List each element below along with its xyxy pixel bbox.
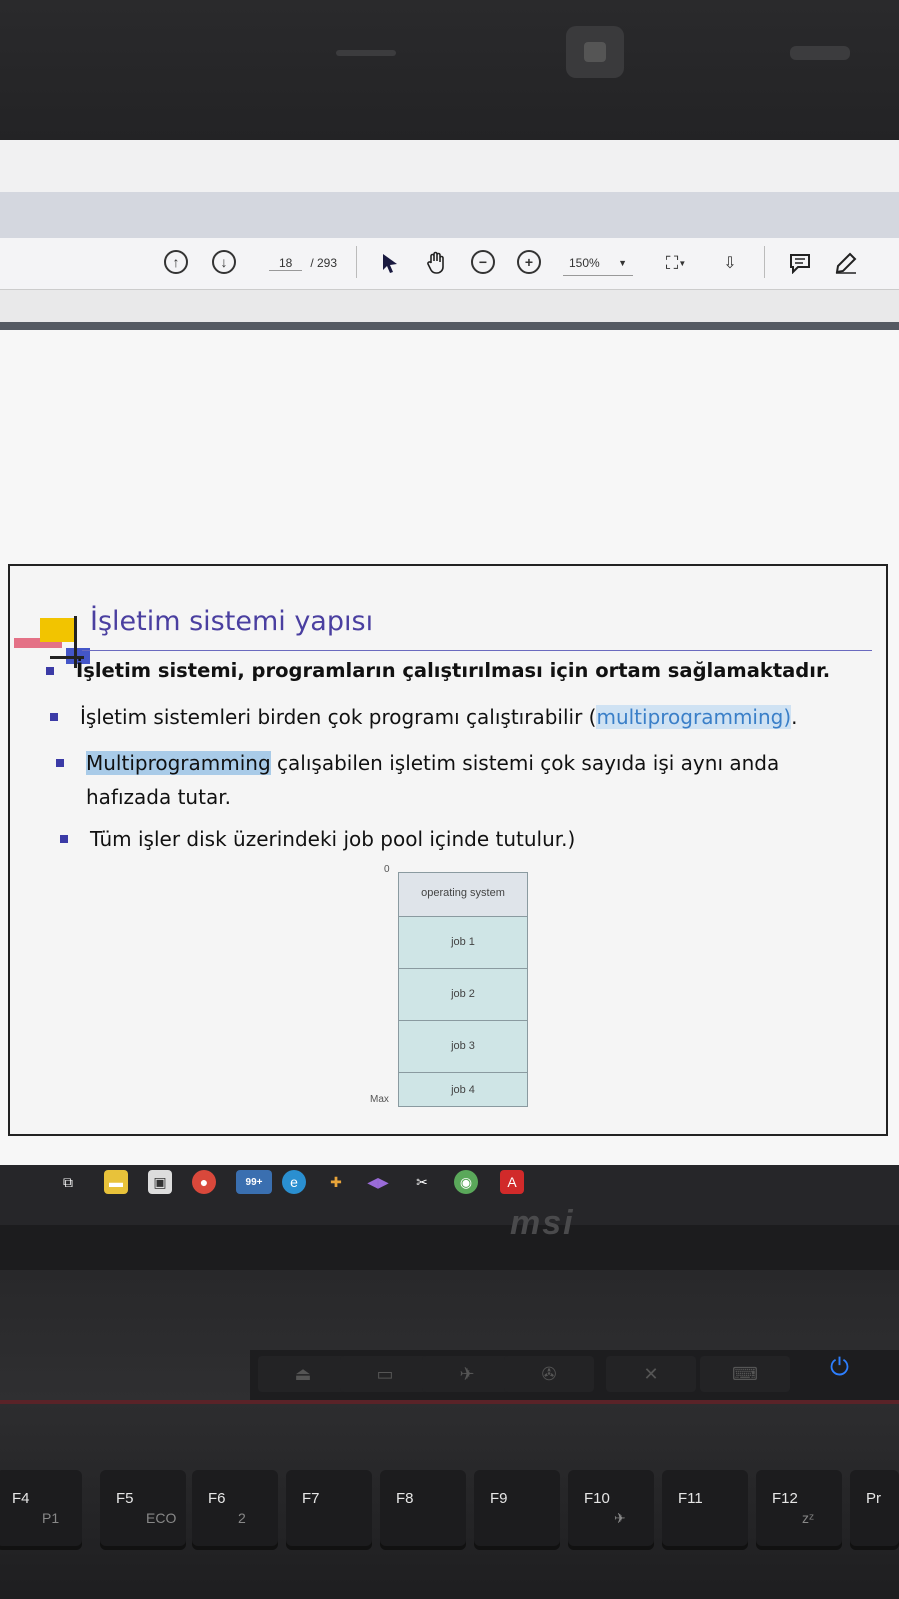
memory-cell: job 4 xyxy=(398,1073,528,1107)
memory-top-label: 0 xyxy=(384,864,390,875)
store-icon[interactable]: ▣ xyxy=(148,1170,172,1194)
key-f6[interactable]: F6 2 xyxy=(192,1470,278,1550)
key-f9[interactable]: F9 xyxy=(474,1470,560,1550)
page-total: / 293 xyxy=(310,256,338,270)
memory-bottom-label: Max xyxy=(370,1094,389,1105)
file-explorer-icon[interactable]: ▬ xyxy=(104,1170,128,1194)
chevron-down-icon: ▼ xyxy=(618,257,627,268)
key-f8[interactable]: F8 xyxy=(380,1470,466,1550)
bullet-text: İşletim sistemleri birden çok programı ç… xyxy=(80,705,597,729)
bullet-text: çalışabilen işletim sistemi çok sayıda i… xyxy=(270,751,780,775)
memory-cell: job 3 xyxy=(398,1021,528,1073)
hand-tool-icon[interactable] xyxy=(424,250,450,276)
zoom-in-icon[interactable]: + xyxy=(517,250,541,274)
bullet-item: Tüm işler disk üzerindeki job pool içind… xyxy=(60,822,576,856)
tools-icon[interactable]: ✂ xyxy=(410,1170,434,1194)
pdf-page: İşletim sistemi yapısı İşletim sistemi, … xyxy=(0,330,899,1170)
slide-title: İşletim sistemi yapısı xyxy=(90,606,374,637)
ribbon xyxy=(0,192,899,238)
highlight-pen-icon[interactable] xyxy=(832,250,860,276)
key-f4[interactable]: F4 P1 xyxy=(0,1470,82,1550)
bullet-item: İşletim sistemleri birden çok programı ç… xyxy=(50,700,798,734)
bullet-icon xyxy=(60,835,68,843)
memory-diagram: operating system job 1 job 2 job 3 job 4 xyxy=(398,872,528,1107)
key-f7[interactable]: F7 xyxy=(286,1470,372,1550)
key-f11[interactable]: F11 xyxy=(662,1470,748,1550)
power-icon[interactable]: ⏻ xyxy=(830,1354,849,1382)
app-icon[interactable]: ✚ xyxy=(324,1170,348,1194)
msi-logo: msi xyxy=(510,1204,575,1242)
memory-cell: operating system xyxy=(398,872,528,917)
title-bar xyxy=(0,140,899,192)
highlighted-text: multiprogramming) xyxy=(596,705,792,729)
acrobat-icon[interactable]: A xyxy=(500,1170,524,1194)
slide: İşletim sistemi yapısı İşletim sistemi, … xyxy=(8,564,888,1136)
bezel-slot xyxy=(790,46,850,60)
key-f10[interactable]: F10 ✈ xyxy=(568,1470,654,1550)
hotkey-fan-icon[interactable]: ✇ xyxy=(504,1356,594,1392)
bullet-icon xyxy=(56,759,64,767)
bullet-icon xyxy=(50,713,58,721)
memory-cell: job 1 xyxy=(398,917,528,969)
slide-decoration xyxy=(40,618,76,642)
key-print-screen[interactable]: Pr xyxy=(850,1470,899,1550)
previous-page-icon[interactable]: ↑ xyxy=(164,250,188,274)
laptop-top-bezel xyxy=(0,0,899,140)
page-number-input[interactable]: 18 xyxy=(268,256,303,271)
webcam xyxy=(566,26,624,78)
bezel-slot xyxy=(336,50,396,56)
bullet-text: Tüm işler disk üzerindeki job pool içind… xyxy=(90,827,576,851)
android-studio-icon[interactable]: ◉ xyxy=(454,1170,478,1194)
zoom-out-icon[interactable]: − xyxy=(471,250,495,274)
document-band xyxy=(0,322,899,330)
mail-icon[interactable]: 99+ xyxy=(236,1170,272,1194)
bullet-item: İşletim sistemi, programların çalıştırıl… xyxy=(46,654,831,688)
chrome-icon[interactable]: ● xyxy=(192,1170,216,1194)
next-page-icon[interactable]: ↓ xyxy=(212,250,236,274)
mail-badge: 99+ xyxy=(245,1176,263,1188)
visual-studio-icon[interactable]: ◀▶ xyxy=(366,1170,390,1194)
page-indicator: 18 / 293 xyxy=(258,250,348,276)
hotkey-keyboard-icon[interactable]: ⌨ xyxy=(700,1356,790,1392)
scroll-mode-icon[interactable]: ⇩ xyxy=(716,250,744,276)
bullet-text-end: . xyxy=(791,705,798,729)
selected-text: Multiprogramming xyxy=(86,751,271,775)
bullet-text-cont: hafızada tutar. xyxy=(86,785,231,809)
task-view-icon[interactable]: ⧉ xyxy=(56,1170,80,1194)
hotkey-airplane-icon[interactable]: ✈ xyxy=(422,1356,512,1392)
key-f12[interactable]: F12 zᶻ xyxy=(756,1470,842,1550)
edge-icon[interactable]: e xyxy=(282,1170,306,1194)
select-tool-icon[interactable] xyxy=(378,250,402,276)
key-f5[interactable]: F5 ECO xyxy=(100,1470,186,1550)
zoom-select[interactable]: 150% ▼ xyxy=(563,250,633,276)
hotkey-tools-icon[interactable]: ✕ xyxy=(606,1356,696,1392)
toolbar-separator xyxy=(764,246,765,278)
bullet-item: Multiprogramming çalışabilen işletim sis… xyxy=(56,746,866,814)
screen: ↑ ↓ 18 / 293 − + 150% ▼ ⛶ ▼ ⇩ İşletim si… xyxy=(0,140,899,1225)
comment-icon[interactable] xyxy=(786,250,814,276)
toolbar-separator xyxy=(356,246,357,278)
fit-page-icon[interactable]: ⛶ ▼ xyxy=(658,250,694,276)
hotkey-display-icon[interactable]: ▭ xyxy=(340,1356,430,1392)
hotkey-eject-icon[interactable]: ⏏ xyxy=(258,1356,348,1392)
title-underline xyxy=(82,650,872,651)
zoom-value: 150% xyxy=(569,255,600,270)
bullet-icon xyxy=(46,667,54,675)
memory-cell: job 2 xyxy=(398,969,528,1021)
photo: ↑ ↓ 18 / 293 − + 150% ▼ ⛶ ▼ ⇩ İşletim si… xyxy=(0,0,899,1599)
bullet-text: İşletim sistemi, programların çalıştırıl… xyxy=(76,659,831,682)
taskbar xyxy=(0,1165,899,1225)
